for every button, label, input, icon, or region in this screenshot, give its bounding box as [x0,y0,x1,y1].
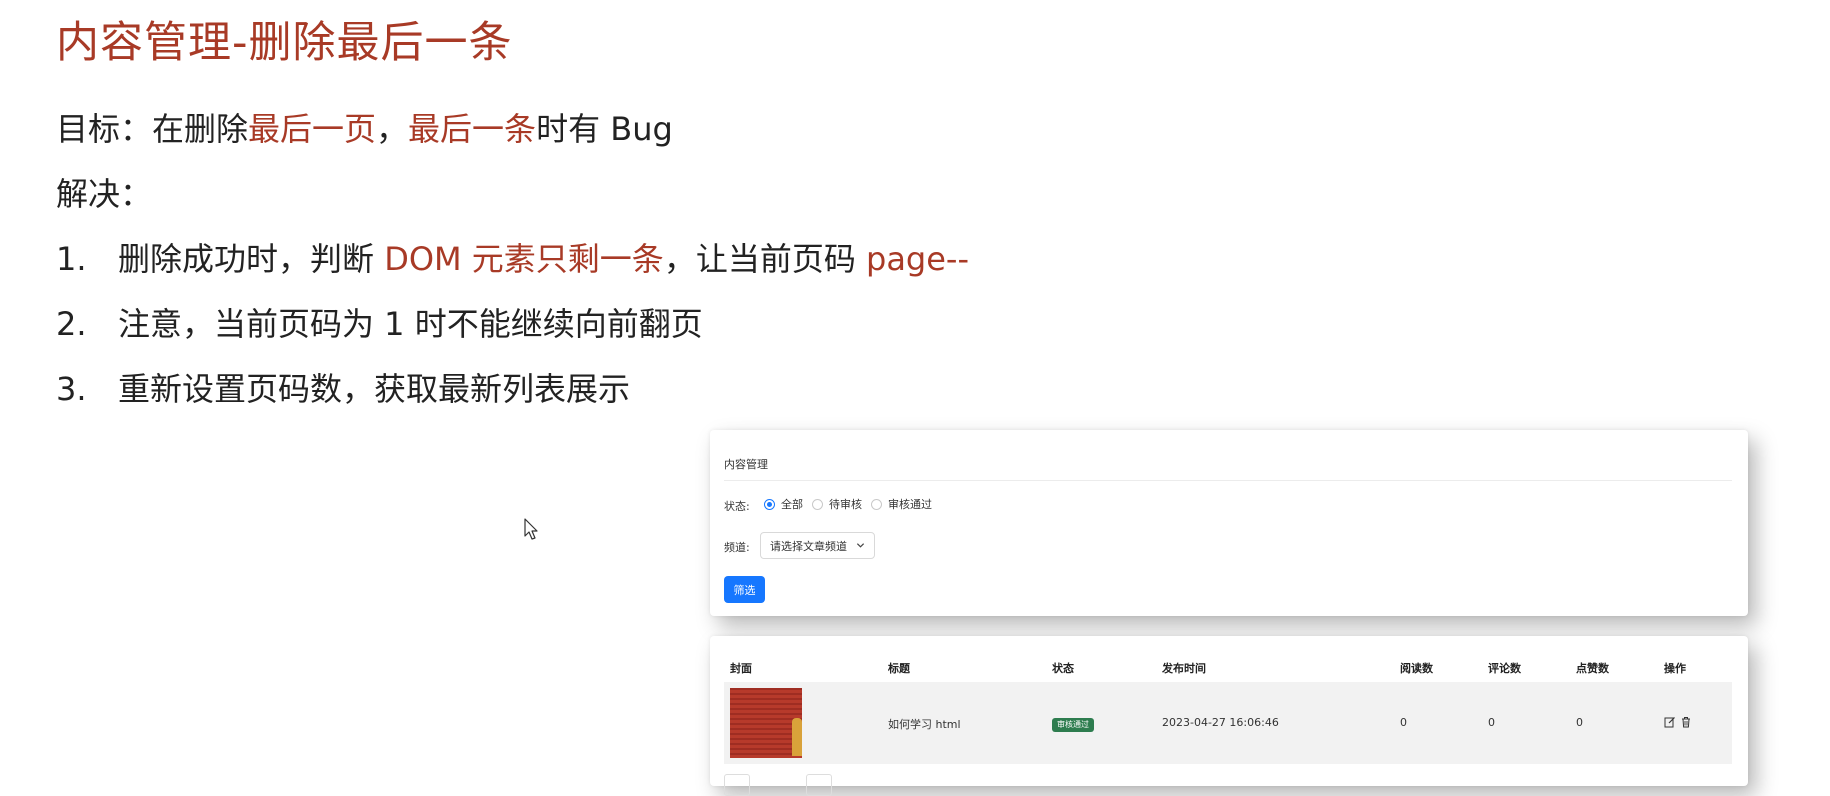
row-actions [1664,716,1692,728]
column-header-reads: 阅读数 [1400,662,1433,675]
step-2: 2. 注意，当前页码为 1 时不能继续向前翻页 [56,299,703,345]
table-card: 封面 标题 状态 发布时间 阅读数 评论数 点赞数 操作 如何学习 html 审… [710,636,1748,796]
channel-select[interactable]: 请选择文章频道 [760,532,875,559]
radio-checked-icon[interactable] [764,498,775,510]
status-radio-group: 全部 待审核 审核通过 [764,496,941,512]
step-text: 重新设置页码数，获取最新列表展示 [118,370,631,408]
radio-icon[interactable] [812,498,823,510]
goal-suffix: 时有 Bug [536,110,673,148]
step-text: 注意，当前页码为 1 时不能继续向前翻页 [118,305,703,343]
status-option-label: 待审核 [829,498,862,511]
delete-icon[interactable] [1680,716,1692,728]
cell-publish-time: 2023-04-27 16:06:46 [1162,716,1279,729]
step-3: 3. 重新设置页码数，获取最新列表展示 [56,364,630,410]
step-highlight-dom: DOM 元素只剩一条 [384,240,664,278]
step-number: 2. [56,305,87,343]
column-header-status: 状态 [1052,662,1074,675]
goal-highlight-last-page: 最后一页 [248,110,377,148]
slide-title: 内容管理-删除最后一条 [56,18,513,68]
filter-button[interactable]: 筛选 [724,576,765,603]
goal-line: 目标：在删除最后一页，最后一条时有 Bug [56,104,673,150]
mouse-cursor-icon [524,518,538,540]
status-label: 状态: [724,500,750,513]
pagination-next-button[interactable] [806,774,832,796]
cell-comments: 0 [1488,716,1495,729]
cell-reads: 0 [1400,716,1407,729]
cover-figure [792,718,802,756]
divider [724,480,1732,481]
cell-likes: 0 [1576,716,1583,729]
cover-image [730,688,802,758]
status-option-approved[interactable]: 审核通过 [871,496,932,512]
status-option-all[interactable]: 全部 [764,496,803,512]
cell-title: 如何学习 html [888,718,961,731]
breadcrumb[interactable]: 内容管理 [724,456,768,472]
channel-label: 频道: [724,541,750,554]
solution-label: 解决： [56,175,153,213]
goal-prefix: 目标：在删除 [56,110,249,148]
column-header-cover: 封面 [730,662,752,675]
edit-icon[interactable] [1664,716,1676,728]
channel-select-placeholder: 请选择文章频道 [770,539,847,553]
status-badge: 审核通过 [1052,718,1094,732]
step-text: ，让当前页码 [663,240,866,278]
table-row: 如何学习 html 审核通过 2023-04-27 16:06:46 0 0 0 [724,682,1732,764]
chevron-down-icon [856,543,865,548]
column-header-likes: 点赞数 [1576,662,1609,675]
status-option-label: 全部 [781,498,803,511]
step-highlight-page: page-- [866,240,970,278]
column-header-title: 标题 [888,662,910,675]
pagination-prev-button[interactable] [724,774,750,796]
radio-icon[interactable] [871,498,882,510]
step-number: 1. [56,240,87,278]
goal-highlight-last-item: 最后一条 [408,110,537,148]
step-text: 删除成功时，判断 [118,240,385,278]
filter-card: 内容管理 状态: 全部 待审核 审核通过 频道: 请选择文章频道 筛选 [710,430,1748,616]
status-option-label: 审核通过 [888,498,932,511]
goal-separator: ， [376,110,409,148]
column-header-publish-time: 发布时间 [1162,662,1206,675]
status-option-pending[interactable]: 待审核 [812,496,862,512]
step-number: 3. [56,370,87,408]
column-header-actions: 操作 [1664,662,1686,675]
step-1: 1. 删除成功时，判断 DOM 元素只剩一条，让当前页码 page-- [56,234,969,280]
column-header-comments: 评论数 [1488,662,1521,675]
